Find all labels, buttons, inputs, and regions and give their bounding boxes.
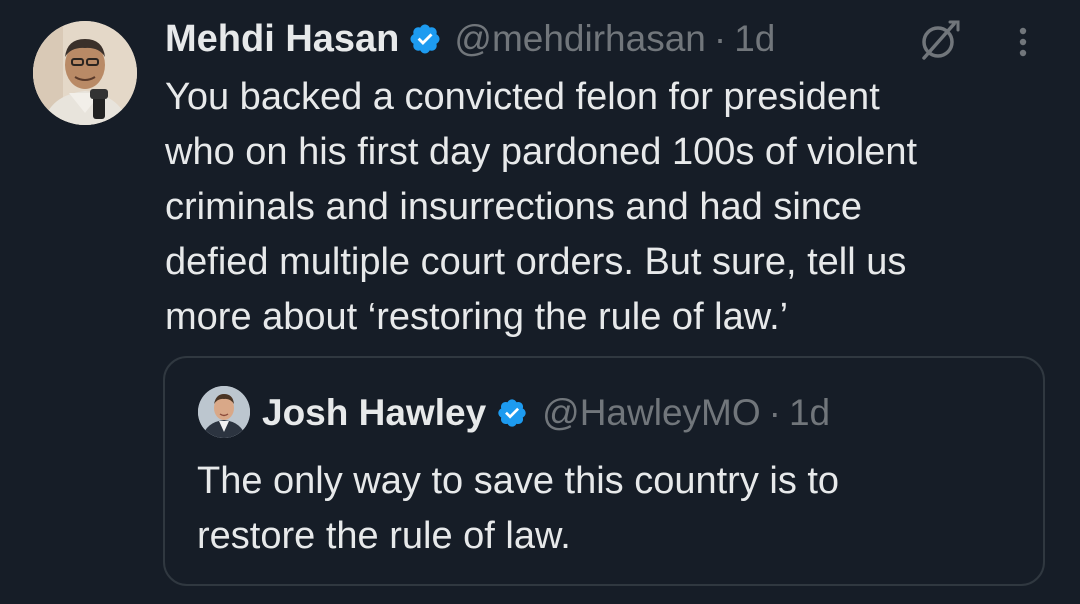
quoted-tweet-timestamp[interactable]: 1d [789,392,830,434]
quoted-tweet[interactable]: Josh Hawley @HawleyMO · 1d The only way … [163,356,1045,586]
grok-icon[interactable] [916,18,962,64]
tweet-timestamp[interactable]: 1d [734,18,775,60]
more-options-icon[interactable] [1008,22,1038,62]
quoted-author-handle[interactable]: @HawleyMO [542,392,760,434]
quoted-tweet-text: The only way to save this country is to … [197,460,840,557]
quoted-author-avatar[interactable] [198,386,250,438]
verified-badge-icon [496,397,528,429]
tweet[interactable]: Mehdi Hasan @mehdirhasan · 1d You backed… [0,0,1080,604]
verified-badge-icon [408,22,442,56]
tweet-text: You backed a convicted felon for preside… [165,76,918,338]
author-avatar[interactable] [33,21,137,125]
separator-dot: · [768,392,781,433]
quoted-tweet-header: Josh Hawley @HawleyMO · 1d [262,388,830,438]
quoted-author-name[interactable]: Josh Hawley [262,392,486,434]
tweet-header: Mehdi Hasan @mehdirhasan · 1d [165,14,775,64]
author-name[interactable]: Mehdi Hasan [165,18,399,61]
separator-dot: · [713,18,727,59]
author-handle[interactable]: @mehdirhasan [454,18,705,60]
